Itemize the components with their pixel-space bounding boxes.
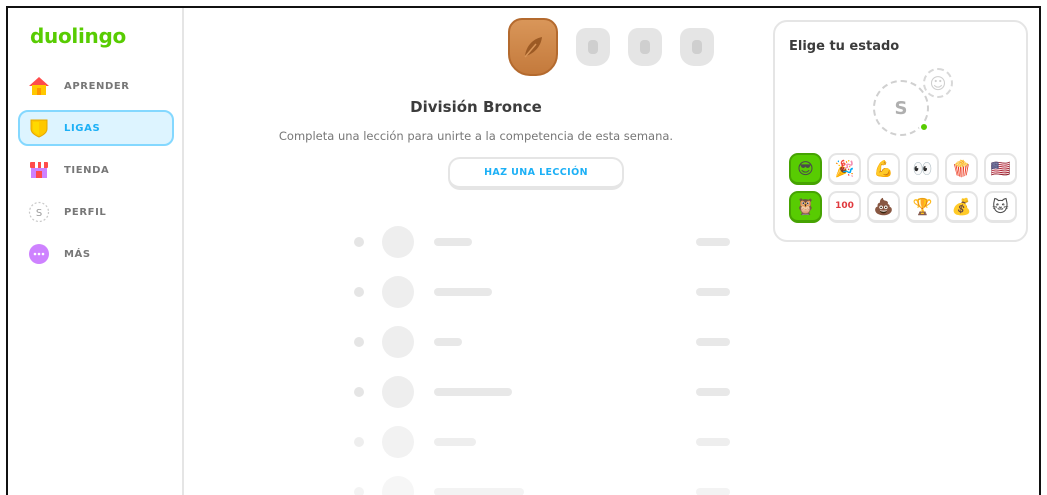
hundred-points-emoji[interactable]: 100 — [828, 191, 861, 223]
league-badges — [508, 18, 714, 76]
sidebar-item-label: LIGAS — [64, 122, 101, 134]
locked-league-badge — [576, 28, 610, 66]
name-placeholder — [434, 238, 472, 246]
leaderboard-placeholder — [346, 216, 730, 495]
profile-avatar-icon: S — [28, 201, 50, 223]
xp-placeholder — [696, 388, 730, 396]
xp-placeholder — [696, 238, 730, 246]
poop-emoji[interactable]: 💩 — [867, 191, 900, 223]
do-lesson-button[interactable]: HAZ UNA LECCIÓN — [448, 157, 624, 190]
sidebar-item-mas[interactable]: MÁS — [18, 236, 174, 272]
shop-icon — [28, 159, 50, 181]
avatar-placeholder — [382, 426, 414, 458]
xp-placeholder — [696, 338, 730, 346]
trophy-emoji[interactable]: 🏆 — [906, 191, 939, 223]
rank-dot — [354, 337, 364, 347]
leaderboard-main: División Bronce Completa una lección par… — [186, 8, 766, 495]
locked-league-badge — [628, 28, 662, 66]
treasure-chest-emoji[interactable]: 💰 — [945, 191, 978, 223]
profile-avatar-letter: S — [36, 208, 42, 219]
rank-dot — [354, 387, 364, 397]
sidebar-item-aprender[interactable]: APRENDER — [18, 68, 174, 104]
leaderboard-row-placeholder — [346, 266, 730, 316]
sidebar-item-label: MÁS — [64, 248, 91, 260]
popcorn-emoji[interactable]: 🍿 — [945, 153, 978, 185]
app-window: duolingo APRENDER LIGAS TIENDA S PERFIL … — [6, 6, 1041, 495]
sidebar-item-perfil[interactable]: S PERFIL — [18, 194, 174, 230]
status-emoji-grid: 😎 🎉 💪 👀 🍿 🇺🇸 🦉 100 💩 🏆 💰 🐱 — [789, 153, 1017, 223]
xp-placeholder — [696, 488, 730, 495]
lock-icon — [588, 40, 598, 54]
status-card: Elige tu estado S ☺ 😎 🎉 💪 👀 🍿 🇺🇸 🦉 100 💩… — [773, 20, 1028, 242]
sidebar-item-label: TIENDA — [64, 164, 110, 176]
profile-avatar[interactable]: S — [873, 80, 929, 136]
xp-placeholder — [696, 288, 730, 296]
lock-icon — [692, 40, 702, 54]
leaderboard-row-placeholder — [346, 466, 730, 495]
xp-placeholder — [696, 438, 730, 446]
rank-dot — [354, 287, 364, 297]
more-icon — [28, 243, 50, 265]
eyes-emoji[interactable]: 👀 — [906, 153, 939, 185]
division-subtitle: Completa una lección para unirte a la co… — [278, 129, 674, 143]
name-placeholder — [434, 388, 512, 396]
sidebar: duolingo APRENDER LIGAS TIENDA S PERFIL … — [8, 8, 184, 495]
sidebar-item-label: APRENDER — [64, 80, 130, 92]
us-flag-emoji[interactable]: 🇺🇸 — [984, 153, 1017, 185]
league-shield-icon — [28, 117, 50, 139]
status-card-title: Elige tu estado — [789, 39, 900, 54]
leaderboard-row-placeholder — [346, 316, 730, 366]
avatar-placeholder — [382, 376, 414, 408]
duo-owl-emoji[interactable]: 🦉 — [789, 191, 822, 223]
avatar-placeholder — [382, 226, 414, 258]
sidebar-nav: APRENDER LIGAS TIENDA S PERFIL MÁS — [18, 68, 174, 278]
avatar-placeholder — [382, 326, 414, 358]
lock-icon — [640, 40, 650, 54]
online-status-dot — [919, 122, 929, 132]
house-icon — [28, 75, 50, 97]
hundred-points-text: 100 — [835, 201, 854, 211]
leaderboard-row-placeholder — [346, 366, 730, 416]
sidebar-item-ligas[interactable]: LIGAS — [18, 110, 174, 146]
rank-dot — [354, 237, 364, 247]
rank-dot — [354, 437, 364, 447]
name-placeholder — [434, 288, 492, 296]
leaderboard-row-placeholder — [346, 216, 730, 266]
avatar-placeholder — [382, 476, 414, 495]
locked-league-badge — [680, 28, 714, 66]
avatar-placeholder — [382, 276, 414, 308]
name-placeholder — [434, 438, 476, 446]
name-placeholder — [434, 338, 462, 346]
leaderboard-row-placeholder — [346, 416, 730, 466]
sidebar-item-tienda[interactable]: TIENDA — [18, 152, 174, 188]
sidebar-item-label: PERFIL — [64, 206, 107, 218]
cat-emoji[interactable]: 🐱 — [984, 191, 1017, 223]
duolingo-logo[interactable]: duolingo — [30, 24, 126, 48]
name-placeholder — [434, 488, 524, 495]
flexed-biceps-emoji[interactable]: 💪 — [867, 153, 900, 185]
feather-icon — [524, 37, 542, 58]
add-status-emoji-icon[interactable]: ☺ — [923, 68, 953, 98]
party-popper-emoji[interactable]: 🎉 — [828, 153, 861, 185]
duo-sunglasses-emoji[interactable]: 😎 — [789, 153, 822, 185]
division-title: División Bronce — [410, 98, 542, 116]
rank-dot — [354, 487, 364, 495]
bronze-league-badge — [508, 18, 558, 76]
